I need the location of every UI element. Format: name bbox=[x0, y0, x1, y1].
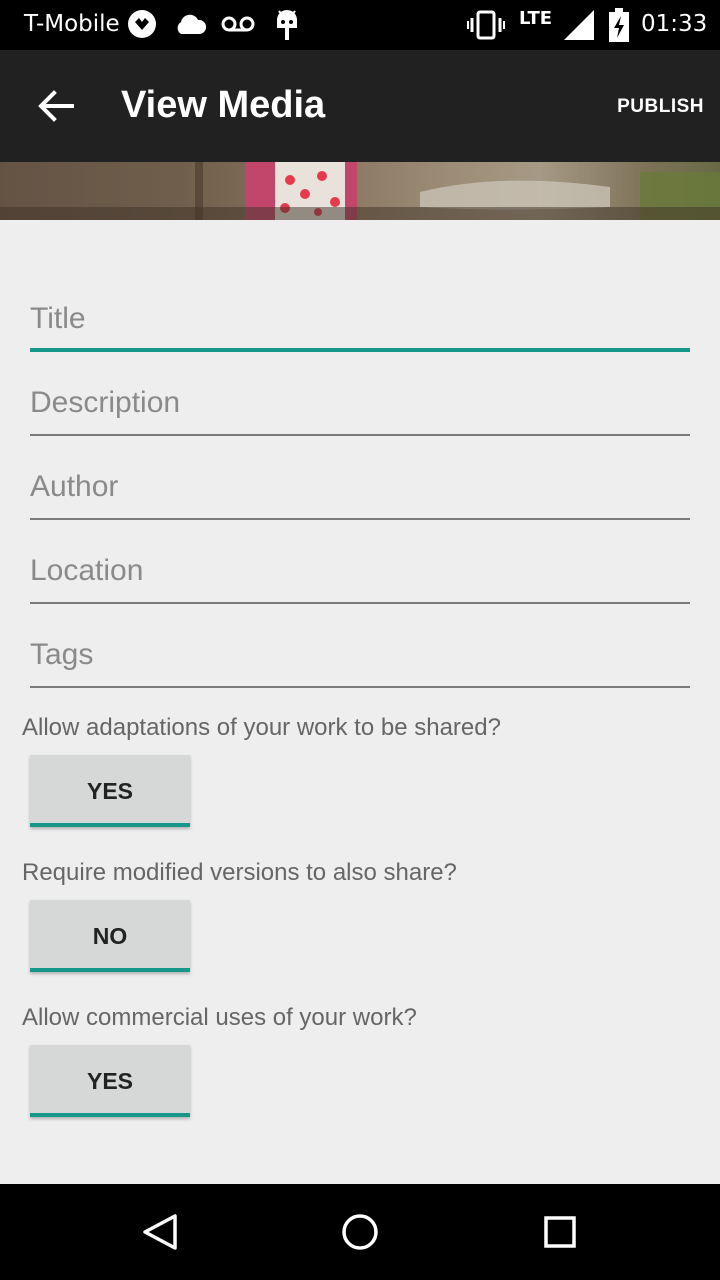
status-bar: T-Mobile LTE 01:33 bbox=[0, 0, 720, 50]
author-input[interactable] bbox=[30, 458, 690, 516]
description-input[interactable] bbox=[30, 374, 690, 432]
description-field-underline bbox=[30, 434, 690, 436]
adaptations-toggle-button[interactable]: YES bbox=[30, 755, 190, 827]
vibrate-icon bbox=[467, 10, 505, 44]
nav-recents-icon[interactable] bbox=[540, 1212, 580, 1256]
battery-charging-icon bbox=[608, 8, 630, 46]
title-input[interactable] bbox=[30, 290, 690, 348]
share-alike-toggle-label: NO bbox=[92, 922, 128, 949]
title-field-underline bbox=[30, 348, 690, 352]
location-field-underline bbox=[30, 602, 690, 604]
signal-icon bbox=[562, 10, 594, 44]
cloud-icon bbox=[173, 12, 207, 40]
status-clock: 01:33 bbox=[641, 11, 708, 37]
commercial-toggle-button[interactable]: YES bbox=[30, 1045, 190, 1117]
commercial-question: Allow commercial uses of your work? bbox=[22, 1004, 417, 1031]
location-field[interactable] bbox=[30, 542, 690, 604]
location-input[interactable] bbox=[30, 542, 690, 600]
description-field[interactable] bbox=[30, 374, 690, 436]
share-alike-question: Require modified versions to also share? bbox=[22, 859, 457, 886]
tags-input[interactable] bbox=[30, 626, 690, 684]
adaptations-question: Allow adaptations of your work to be sha… bbox=[22, 714, 501, 741]
author-field-underline bbox=[30, 518, 690, 520]
back-arrow-icon[interactable] bbox=[36, 86, 76, 130]
media-preview-image[interactable] bbox=[0, 162, 720, 220]
publish-button[interactable]: PUBLISH bbox=[617, 96, 704, 118]
author-field[interactable] bbox=[30, 458, 690, 520]
adaptations-toggle-label: YES bbox=[86, 777, 134, 804]
mobile-data-icon bbox=[126, 8, 158, 44]
network-type-label: LTE bbox=[519, 8, 553, 29]
system-navigation-bar bbox=[0, 1184, 720, 1280]
carrier-label: T-Mobile bbox=[24, 11, 120, 37]
commercial-toggle-underline bbox=[30, 1113, 190, 1117]
page-title: View Media bbox=[121, 84, 326, 126]
nav-back-icon[interactable] bbox=[140, 1212, 180, 1256]
app-bar: View Media PUBLISH bbox=[0, 50, 720, 162]
commercial-toggle-label: YES bbox=[86, 1067, 134, 1094]
android-icon bbox=[273, 6, 301, 46]
share-alike-toggle-button[interactable]: NO bbox=[30, 900, 190, 972]
title-field[interactable] bbox=[30, 290, 690, 352]
tags-field-underline bbox=[30, 686, 690, 688]
voicemail-icon bbox=[221, 14, 255, 38]
nav-home-icon[interactable] bbox=[340, 1212, 380, 1256]
tags-field[interactable] bbox=[30, 626, 690, 688]
adaptations-toggle-underline bbox=[30, 823, 190, 827]
share-alike-toggle-underline bbox=[30, 968, 190, 972]
